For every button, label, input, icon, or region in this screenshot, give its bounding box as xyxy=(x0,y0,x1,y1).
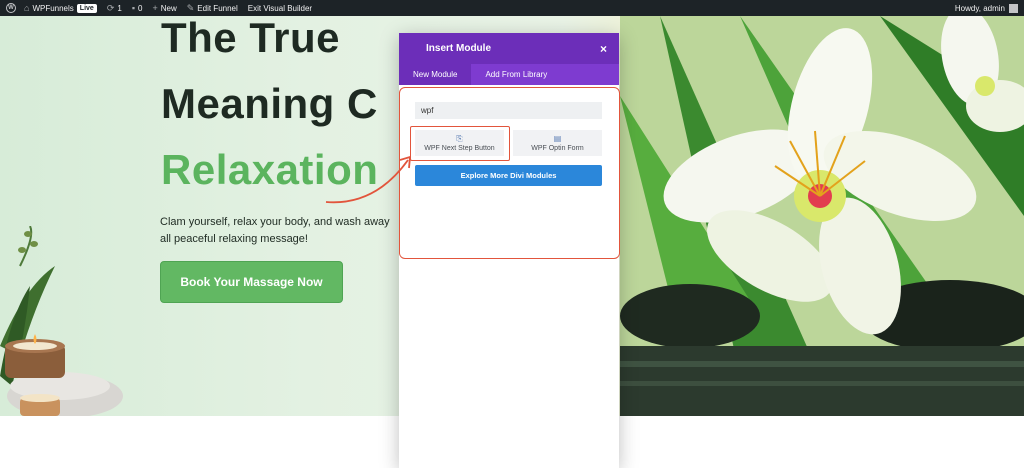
explore-more-modules-button[interactable]: Explore More Divi Modules xyxy=(415,165,602,186)
live-badge: Live xyxy=(76,3,97,13)
insert-module-dialog: Insert Module × New Module Add From Libr… xyxy=(399,33,619,468)
close-icon[interactable]: × xyxy=(600,42,607,56)
wp-admin-bar: W ⌂ WPFunnels Live ⟳ 1 ▪ 0 + New ✎ Edit … xyxy=(0,0,1024,16)
account-menu[interactable]: Howdy, admin xyxy=(955,3,1018,13)
hero-title-line-1: The True xyxy=(161,16,341,61)
module-wpf-optin-form[interactable]: ▤ WPF Optin Form xyxy=(513,130,602,156)
site-name-link[interactable]: ⌂ WPFunnels Live xyxy=(24,3,97,13)
plus-icon: + xyxy=(152,3,158,13)
insert-module-title: Insert Module xyxy=(426,43,492,54)
book-massage-button[interactable]: Book Your Massage Now xyxy=(160,261,343,303)
home-icon: ⌂ xyxy=(24,3,30,13)
form-icon: ▤ xyxy=(553,133,562,143)
insert-module-tabs: New Module Add From Library xyxy=(399,64,619,85)
hero-description: Clam yourself, relax your body, and wash… xyxy=(160,216,390,245)
module-search-input[interactable] xyxy=(415,102,602,119)
spa-candles-illustration xyxy=(0,226,123,416)
hero-title-line-2: Meaning C xyxy=(161,80,378,127)
link-icon: ⎘ xyxy=(456,133,463,143)
updates-icon: ⟳ xyxy=(106,2,115,13)
flower-stones-illustration xyxy=(620,16,1024,416)
comments-link[interactable]: ▪ 0 xyxy=(132,3,143,13)
updates-link[interactable]: ⟳ 1 xyxy=(107,3,122,14)
insert-module-header: Insert Module × xyxy=(399,33,619,64)
comment-icon: ▪ xyxy=(131,3,136,13)
tab-new-module[interactable]: New Module xyxy=(399,64,472,85)
pencil-icon: ✎ xyxy=(186,2,195,13)
module-wpf-next-step-button[interactable]: ⎘ WPF Next Step Button xyxy=(415,130,504,156)
insert-module-body: ⎘ WPF Next Step Button ▤ WPF Optin Form … xyxy=(399,85,619,468)
exit-visual-builder-link[interactable]: Exit Visual Builder xyxy=(248,4,312,13)
new-content-link[interactable]: + New xyxy=(152,3,176,13)
avatar xyxy=(1009,3,1018,13)
page: W ⌂ WPFunnels Live ⟳ 1 ▪ 0 + New ✎ Edit … xyxy=(0,0,1024,468)
annotation-arrow-icon xyxy=(325,155,412,204)
wordpress-logo-icon[interactable]: W xyxy=(6,3,16,13)
edit-funnel-link[interactable]: ✎ Edit Funnel xyxy=(187,3,238,14)
tab-add-from-library[interactable]: Add From Library xyxy=(471,64,561,85)
